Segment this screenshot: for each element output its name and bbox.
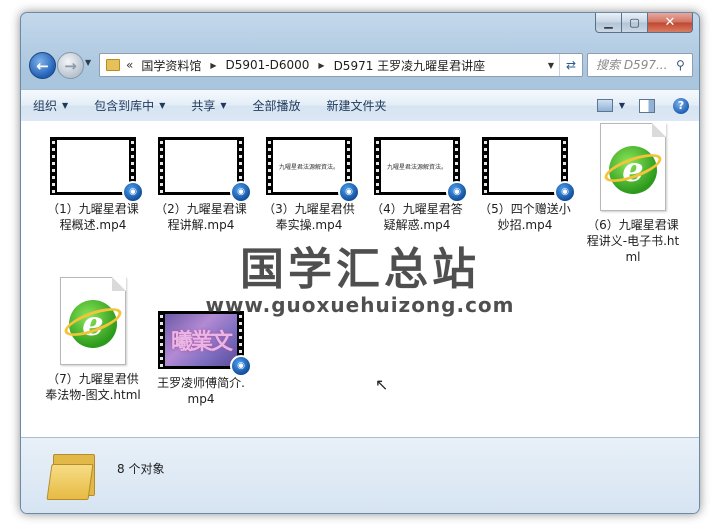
folder-icon <box>46 448 97 500</box>
refresh-icon: ⇄ <box>565 58 577 72</box>
view-options-dropdown[interactable]: ▼ <box>619 101 625 110</box>
file-item[interactable]: ◉ （5）四个赠送小妙招.mp4 <box>475 137 576 233</box>
watermark-title: 国学汇总站 <box>240 244 480 295</box>
video-thumbnail: 曦業文 ◉ <box>158 311 252 377</box>
watermark-url: www.guoxuehuizong.com <box>205 293 515 317</box>
video-frame-text: 曦業文 <box>170 329 233 355</box>
mouse-cursor-icon: ↖ <box>375 375 389 394</box>
explorer-window: ▁ ▢ ✕ ← → ▼ « 国学资料馆 ▶ D5901-D6000 ▶ D597… <box>20 12 700 514</box>
file-item[interactable]: 九曜星君法源解資法。 ◉ （3）九曜星君供奉实操.mp4 <box>259 137 360 233</box>
include-library-label: 包含到库中 <box>94 99 155 113</box>
video-frame-text: 九曜星君法源解資法。 <box>278 163 339 171</box>
change-view-icon[interactable] <box>596 99 613 112</box>
include-library-menu[interactable]: 包含到库中 ▼ <box>94 97 165 114</box>
media-player-icon: ◉ <box>230 355 252 377</box>
breadcrumb-item-range[interactable]: D5901-D6000 <box>226 58 310 72</box>
file-item[interactable]: 曦業文 ◉ 王罗凌师傅简介.mp4 <box>151 311 252 407</box>
toolbar-right: ▼ ? <box>596 90 689 121</box>
play-all-label: 全部播放 <box>252 99 301 113</box>
file-name: （5）四个赠送小妙招.mp4 <box>479 202 571 232</box>
organize-menu[interactable]: 组织 ▼ <box>33 97 68 114</box>
video-thumbnail: 九曜星君法源解資法。 ◉ <box>266 137 360 203</box>
command-bar: 组织 ▼ 包含到库中 ▼ 共享 ▼ 全部播放 新建文件夹 ▼ ? <box>21 89 699 122</box>
file-item[interactable]: 九曜星君法源解資法。 ◉ （4）九曜星君答疑解惑.mp4 <box>367 137 468 233</box>
search-input[interactable] <box>594 57 676 73</box>
video-thumbnail: ◉ <box>50 137 144 203</box>
new-folder-button[interactable]: 新建文件夹 <box>327 97 387 114</box>
media-player-icon: ◉ <box>230 181 252 203</box>
chevron-right-icon[interactable]: ▶ <box>210 61 216 70</box>
maximize-button[interactable]: ▢ <box>622 13 648 33</box>
back-button[interactable]: ← <box>29 52 56 79</box>
minimize-button[interactable]: ▁ <box>595 13 622 33</box>
arrow-left-icon: ← <box>36 56 49 75</box>
video-frame-text: 九曜星君法源解資法。 <box>386 163 447 171</box>
caption-buttons: ▁ ▢ ✕ <box>595 13 693 33</box>
help-icon[interactable]: ? <box>673 97 689 114</box>
share-label: 共享 <box>191 99 216 113</box>
forward-button[interactable]: → <box>57 52 84 79</box>
file-name: （3）九曜星君供奉实操.mp4 <box>263 202 355 232</box>
file-item[interactable]: ◉ （2）九曜星君课程讲解.mp4 <box>151 137 252 233</box>
address-bar[interactable]: « 国学资料馆 ▶ D5901-D6000 ▶ D5971 王罗凌九曜星君讲座 … <box>99 53 583 77</box>
chevron-right-icon[interactable]: ▶ <box>318 61 324 70</box>
breadcrumb-item-library[interactable]: 国学资料馆 <box>141 57 201 74</box>
chevron-down-icon: ▼ <box>159 101 166 110</box>
file-item[interactable]: ◉ （1）九曜星君课程概述.mp4 <box>43 137 144 233</box>
new-folder-label: 新建文件夹 <box>326 99 387 113</box>
breadcrumb: « 国学资料馆 ▶ D5901-D6000 ▶ D5971 王罗凌九曜星君讲座 <box>126 57 543 74</box>
address-dropdown[interactable]: ▼ <box>543 61 559 70</box>
recent-pages-dropdown[interactable]: ▼ <box>85 58 91 67</box>
video-thumbnail: 九曜星君法源解資法。 ◉ <box>374 137 468 203</box>
play-all-button[interactable]: 全部播放 <box>253 97 301 114</box>
file-list[interactable]: ◉ （1）九曜星君课程概述.mp4 ◉ （2）九曜星君课程讲解.mp4 九曜星君… <box>21 121 699 437</box>
file-name: 王罗凌师傅简介.mp4 <box>157 376 245 406</box>
media-player-icon: ◉ <box>446 181 468 203</box>
navigation-bar: ← → ▼ « 国学资料馆 ▶ D5901-D6000 ▶ D5971 王罗凌九… <box>29 51 693 79</box>
details-pane: 8 个对象 <box>21 437 699 513</box>
file-name: （2）九曜星君课程讲解.mp4 <box>155 202 247 232</box>
breadcrumb-overflow[interactable]: « <box>126 58 133 72</box>
folder-icon <box>106 59 120 71</box>
file-name: （4）九曜星君答疑解惑.mp4 <box>371 202 463 232</box>
organize-label: 组织 <box>33 99 58 113</box>
video-thumbnail: ◉ <box>158 137 252 203</box>
media-player-icon: ◉ <box>122 181 144 203</box>
chevron-down-icon: ▼ <box>62 101 69 110</box>
file-name: （7）九曜星君供奉法物-图文.html <box>45 372 141 402</box>
breadcrumb-item-current[interactable]: D5971 王罗凌九曜星君讲座 <box>334 57 486 74</box>
share-menu[interactable]: 共享 ▼ <box>191 97 226 114</box>
arrow-right-icon: → <box>64 56 77 75</box>
search-icon[interactable]: ⚲ <box>676 58 692 72</box>
search-box[interactable]: ⚲ <box>587 53 693 77</box>
media-player-icon: ◉ <box>338 181 360 203</box>
object-count: 8 个对象 <box>117 462 165 476</box>
file-name: （1）九曜星君课程概述.mp4 <box>47 202 139 232</box>
close-button[interactable]: ✕ <box>648 13 693 33</box>
html-document-icon: e <box>600 123 666 211</box>
media-player-icon: ◉ <box>554 181 576 203</box>
video-thumbnail: ◉ <box>482 137 576 203</box>
preview-pane-icon[interactable] <box>639 98 655 113</box>
refresh-button[interactable]: ⇄ <box>559 54 582 76</box>
chevron-down-icon: ▼ <box>220 101 227 110</box>
